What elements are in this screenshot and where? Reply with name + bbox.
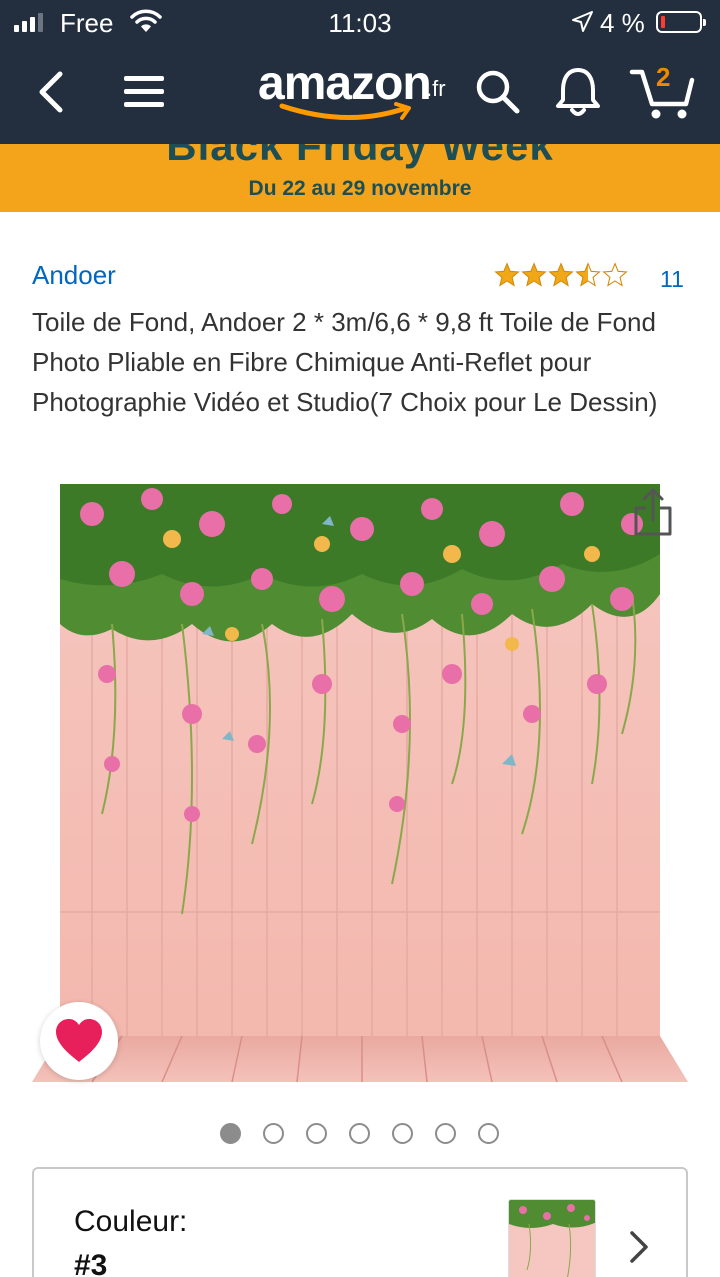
pagination-dot[interactable] (220, 1123, 241, 1144)
status-bar: Free 11:03 4 % (0, 0, 720, 44)
product-image[interactable] (32, 484, 688, 1084)
rating-stars[interactable] (494, 262, 628, 288)
banner-subtitle: Du 22 au 29 novembre (248, 177, 472, 200)
color-value: #3 (74, 1249, 108, 1277)
pagination-dot[interactable] (392, 1123, 413, 1144)
banner-title: Black Friday Week (166, 144, 554, 169)
product-title: Toile de Fond, Andoer 2 * 3m/6,6 * 9,8 f… (32, 307, 658, 417)
bell-icon[interactable] (552, 64, 604, 120)
back-icon[interactable] (30, 66, 78, 118)
pagination-dot[interactable] (435, 1123, 456, 1144)
cart-button[interactable]: 2 (628, 62, 698, 122)
star-full-icon (521, 262, 547, 287)
smile-icon (279, 102, 411, 120)
logo-tld: .fr (426, 76, 446, 101)
star-full-icon (548, 262, 574, 287)
battery-percent: 4 % (600, 8, 645, 38)
color-selector[interactable]: Couleur: #3 (32, 1167, 688, 1277)
wishlist-button[interactable] (40, 1002, 118, 1080)
chevron-right-icon (630, 1231, 648, 1263)
pagination-dot[interactable] (349, 1123, 370, 1144)
search-icon[interactable] (472, 66, 524, 118)
promo-banner[interactable]: Black Friday Week Du 22 au 29 novembre (0, 144, 720, 212)
backdrop-image (32, 484, 688, 1084)
brand-link[interactable]: Andoer (32, 260, 116, 291)
amazon-logo[interactable]: amazon .fr (258, 54, 474, 124)
star-empty-icon (602, 262, 628, 287)
pagination-dot[interactable] (263, 1123, 284, 1144)
nav-bar: amazon .fr 2 (0, 44, 720, 144)
cart-count: 2 (656, 62, 671, 92)
location-icon (572, 11, 593, 32)
battery-icon (656, 11, 706, 33)
review-count[interactable]: 11 (660, 266, 684, 293)
menu-icon[interactable] (118, 68, 170, 116)
color-label: Couleur: (74, 1205, 188, 1238)
star-full-icon (494, 262, 520, 287)
share-icon[interactable] (626, 484, 680, 544)
image-pagination[interactable] (220, 1123, 499, 1144)
heart-icon (56, 1019, 102, 1062)
star-half-icon (575, 262, 601, 287)
pagination-dot[interactable] (478, 1123, 499, 1144)
pagination-dot[interactable] (306, 1123, 327, 1144)
color-thumbnail (508, 1199, 596, 1277)
